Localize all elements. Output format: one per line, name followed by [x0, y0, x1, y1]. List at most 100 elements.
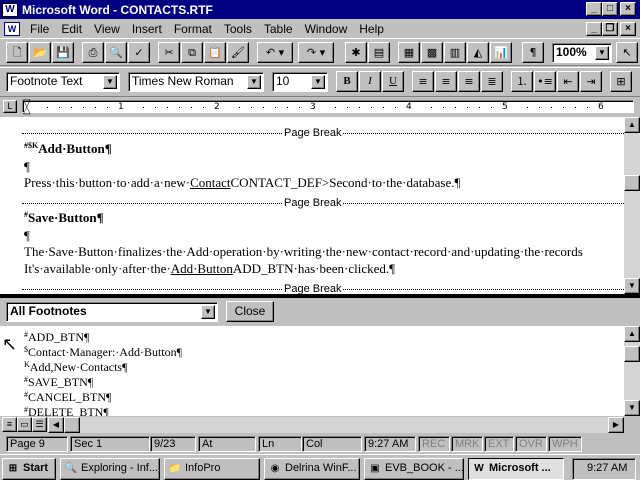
- scroll-thumb[interactable]: [624, 175, 640, 191]
- task-evb-book[interactable]: ▣ EVB_BOOK - ...: [364, 458, 464, 480]
- columns-icon[interactable]: ▥: [444, 42, 466, 63]
- font-size-select[interactable]: 10 ▼: [272, 72, 328, 92]
- scroll-up-icon[interactable]: ▲: [624, 117, 640, 133]
- scroll-down-icon[interactable]: ▼: [624, 278, 640, 294]
- style-select[interactable]: Footnote Text ▼: [6, 72, 120, 92]
- status-ext[interactable]: EXT: [484, 436, 514, 452]
- undo-icon[interactable]: ↶ ▾: [257, 42, 293, 63]
- menu-insert[interactable]: Insert: [126, 22, 168, 36]
- task-exploring[interactable]: 🔍 Exploring - Inf...: [60, 458, 160, 480]
- status-wph[interactable]: WPH: [548, 436, 582, 452]
- scroll-thumb[interactable]: [624, 346, 640, 362]
- ruler-strip[interactable]: ▽ △ 1 2 3 4 5 6: [22, 99, 634, 116]
- footnote-item[interactable]: #CANCEL_BTN¶: [24, 390, 111, 404]
- paste-icon[interactable]: 📋: [204, 42, 226, 63]
- scroll-down-icon[interactable]: ▼: [624, 400, 640, 416]
- print-icon[interactable]: ⎙: [82, 42, 104, 63]
- align-left-icon[interactable]: ≡: [412, 71, 434, 92]
- show-hide-icon[interactable]: ¶: [522, 42, 544, 63]
- copy-icon[interactable]: ⧉: [181, 42, 203, 63]
- scroll-up-icon[interactable]: ▲: [624, 326, 640, 342]
- justify-icon[interactable]: ≣: [481, 71, 503, 92]
- outline-view-icon[interactable]: ☰: [32, 417, 47, 432]
- doc-restore-button[interactable]: ❐: [602, 22, 618, 36]
- document-icon[interactable]: W: [4, 21, 20, 36]
- document-vertical-scrollbar[interactable]: ▲ ▼: [624, 117, 640, 294]
- menu-format[interactable]: Format: [168, 22, 218, 36]
- footnote-vertical-scrollbar[interactable]: ▲ ▼: [624, 326, 640, 416]
- decrease-indent-icon[interactable]: ⇤: [557, 71, 579, 92]
- footnote-select[interactable]: All Footnotes ▼: [6, 302, 218, 322]
- footnote-item[interactable]: $Contact·Manager:·Add·Button¶: [24, 345, 182, 359]
- tab-selector-icon[interactable]: L: [3, 100, 17, 113]
- insert-table-icon[interactable]: ▦: [398, 42, 420, 63]
- page-layout-view-icon[interactable]: ▭: [17, 417, 32, 432]
- chevron-down-icon[interactable]: ▼: [201, 305, 215, 319]
- task-infopro[interactable]: 📁 InfoPro: [164, 458, 260, 480]
- menu-tools[interactable]: Tools: [218, 22, 258, 36]
- insert-address-icon[interactable]: ▤: [368, 42, 390, 63]
- chevron-down-icon[interactable]: ▼: [311, 75, 325, 89]
- align-right-icon[interactable]: ≡: [458, 71, 480, 92]
- menu-window[interactable]: Window: [299, 22, 354, 36]
- numbering-icon[interactable]: ⒈: [511, 71, 533, 92]
- status-mrk[interactable]: MRK: [451, 436, 483, 452]
- drawing-icon[interactable]: ◭: [467, 42, 489, 63]
- menu-table[interactable]: Table: [258, 22, 299, 36]
- footnote-item[interactable]: #SAVE_BTN¶: [24, 375, 93, 389]
- chevron-down-icon[interactable]: ▼: [595, 46, 609, 60]
- start-button[interactable]: ⊞ Start: [2, 458, 56, 480]
- close-footnotes-button[interactable]: Close: [226, 301, 274, 322]
- close-button[interactable]: ×: [620, 2, 636, 16]
- zoom-select[interactable]: 100% ▼: [552, 43, 612, 63]
- chevron-down-icon[interactable]: ▼: [103, 75, 117, 89]
- menu-view[interactable]: View: [88, 22, 126, 36]
- menu-help[interactable]: Help: [353, 22, 390, 36]
- maximize-button[interactable]: □: [602, 2, 618, 16]
- footnote-item[interactable]: #ADD_BTN¶: [24, 330, 89, 344]
- font-select[interactable]: Times New Roman ▼: [128, 72, 264, 92]
- insert-excel-icon[interactable]: ▩: [421, 42, 443, 63]
- task-delrina[interactable]: ◉ Delrina WinF...: [264, 458, 360, 480]
- document-area[interactable]: Page Break #$KAdd·Button¶ ¶ Press·this·b…: [0, 117, 624, 294]
- print-preview-icon[interactable]: 🔍: [105, 42, 127, 63]
- footnote-item[interactable]: KAdd,New·Contacts¶: [24, 360, 128, 374]
- task-microsoft-word[interactable]: W Microsoft ...: [468, 458, 564, 480]
- horizontal-scroll-track[interactable]: [48, 417, 624, 433]
- doc-minimize-button[interactable]: _: [586, 22, 602, 36]
- align-center-icon[interactable]: ≡: [435, 71, 457, 92]
- footnote-pane[interactable]: ↖ #ADD_BTN¶ $Contact·Manager:·Add·Button…: [0, 326, 624, 416]
- increase-indent-icon[interactable]: ⇥: [580, 71, 602, 92]
- borders-icon[interactable]: ⊞: [610, 71, 632, 92]
- cut-icon[interactable]: ✂: [158, 42, 180, 63]
- minimize-button[interactable]: _: [586, 2, 602, 16]
- scroll-left-icon[interactable]: ◀: [48, 417, 64, 433]
- menu-edit[interactable]: Edit: [55, 22, 88, 36]
- chevron-down-icon[interactable]: ▼: [247, 75, 261, 89]
- open-folder-icon[interactable]: 📂: [29, 42, 51, 63]
- add-button-link[interactable]: Add·Button: [171, 261, 233, 276]
- chart-icon[interactable]: 📊: [490, 42, 512, 63]
- underline-button[interactable]: U: [382, 71, 404, 92]
- normal-view-icon[interactable]: ≡: [2, 417, 17, 432]
- redo-icon[interactable]: ↷ ▾: [298, 42, 334, 63]
- doc-close-button[interactable]: ×: [620, 22, 636, 36]
- title-bar[interactable]: W Microsoft Word - CONTACTS.RTF _ □ ×: [0, 0, 640, 19]
- status-ovr[interactable]: OVR: [515, 436, 547, 452]
- word-app-icon[interactable]: W: [2, 2, 18, 17]
- horizontal-scrollbar[interactable]: ≡ ▭ ☰ ◀ ▶: [0, 416, 640, 434]
- scroll-right-icon[interactable]: ▶: [608, 417, 624, 433]
- format-painter-icon[interactable]: 🖌: [227, 42, 249, 63]
- italic-button[interactable]: I: [359, 71, 381, 92]
- footnote-item[interactable]: #DELETE_BTN¶: [24, 405, 109, 416]
- autoformat-icon[interactable]: ✱: [345, 42, 367, 63]
- ruler[interactable]: L ▽ △ 1 2 3 4 5 6: [0, 97, 640, 117]
- contact-link[interactable]: Contact: [190, 175, 230, 190]
- menu-file[interactable]: File: [24, 22, 55, 36]
- help-pointer-icon[interactable]: ↖: [616, 42, 638, 63]
- bullets-icon[interactable]: •≡: [534, 71, 556, 92]
- save-disk-icon[interactable]: 💾: [52, 42, 74, 63]
- bold-button[interactable]: B: [336, 71, 358, 92]
- status-rec[interactable]: REC: [418, 436, 450, 452]
- new-document-icon[interactable]: 🗋: [6, 42, 28, 63]
